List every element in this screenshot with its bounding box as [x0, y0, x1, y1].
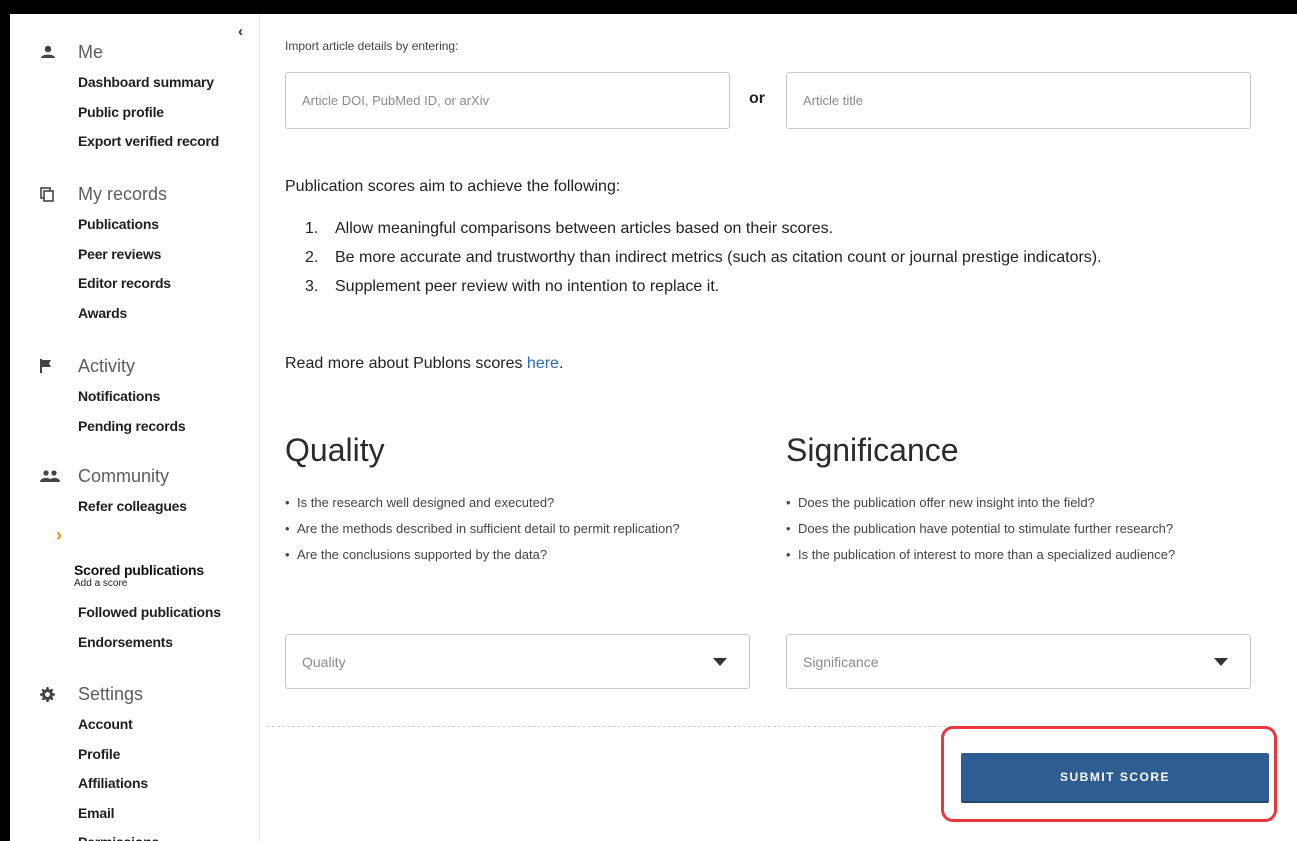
list-item: 2. Be more accurate and trustworthy than … — [305, 243, 1185, 272]
flag-icon — [10, 359, 78, 373]
sidebar-item-publications[interactable]: Publications — [78, 210, 260, 240]
import-label: Import article details by entering: — [285, 39, 459, 53]
people-icon — [10, 470, 78, 482]
sidebar-item-peer-reviews[interactable]: Peer reviews — [78, 240, 260, 270]
sidebar-section-label: Settings — [78, 683, 144, 704]
quality-select-value: Quality — [302, 653, 346, 670]
window-frame-top — [0, 0, 1297, 14]
main-content: Import article details by entering: Arti… — [261, 14, 1297, 841]
sidebar-item-label: Scored publications — [74, 562, 204, 578]
sidebar-item-sublabel: Add a score — [74, 578, 128, 589]
list-number: 2. — [305, 249, 319, 266]
chevron-down-icon — [713, 657, 727, 666]
window-frame-left — [0, 0, 10, 841]
sidebar-item-awards[interactable]: Awards — [78, 299, 260, 329]
sidebar-item-endorsements[interactable]: Endorsements — [78, 628, 260, 658]
list-item: Does the publication offer new insight i… — [786, 490, 1226, 516]
sidebar-item-pending-records[interactable]: Pending records — [78, 412, 260, 442]
sidebar-item-dashboard-summary[interactable]: Dashboard summary — [78, 68, 260, 98]
chevron-down-icon — [1214, 657, 1228, 666]
scores-intro-text: Publication scores aim to achieve the fo… — [285, 178, 621, 195]
sidebar-item-profile[interactable]: Profile — [78, 740, 260, 770]
sidebar-item-export-verified-record[interactable]: Export verified record — [78, 127, 260, 157]
sidebar-section-community: Community Refer colleagues — [10, 464, 260, 522]
scores-aims-list: 1. Allow meaningful comparisons between a… — [305, 214, 1185, 301]
sidebar-item-email[interactable]: Email — [78, 799, 260, 829]
sidebar-item-editor-records[interactable]: Editor records — [78, 269, 260, 299]
quality-questions-list: Is the research well designed and execut… — [285, 490, 725, 568]
article-doi-input[interactable]: Article DOI, PubMed ID, or arXiv — [285, 72, 730, 129]
sidebar-section-label: My records — [78, 183, 168, 204]
or-label: or — [749, 90, 765, 107]
sidebar-item-public-profile[interactable]: Public profile — [78, 98, 260, 128]
read-more-suffix: . — [558, 355, 564, 372]
list-text: Allow meaningful comparisons between art… — [335, 220, 834, 237]
list-number: 3. — [305, 278, 319, 295]
sidebar-section-me: Me Dashboard summary Public profile Expo… — [10, 40, 260, 157]
significance-select-value: Significance — [803, 653, 879, 670]
read-more-prefix: Read more about Publons scores — [285, 355, 527, 372]
sidebar-section-label: Me — [78, 41, 104, 62]
sidebar-item-permissions[interactable]: Permissions — [78, 828, 260, 841]
significance-questions-list: Does the publication offer new insight i… — [786, 490, 1226, 568]
significance-select[interactable]: Significance — [786, 634, 1251, 689]
collapse-sidebar-button[interactable]: ‹ — [238, 24, 252, 40]
sidebar-item-followed-publications[interactable]: Followed publications — [78, 598, 260, 628]
read-more-link[interactable]: here — [527, 355, 559, 372]
list-item: Is the publication of interest to more t… — [786, 542, 1226, 568]
sidebar-item-refer-colleagues[interactable]: Refer colleagues — [78, 492, 260, 522]
copy-icon — [10, 186, 78, 202]
list-item: Are the conclusions supported by the dat… — [285, 542, 725, 568]
quality-heading: Quality — [285, 432, 385, 468]
sidebar: ‹ Me Dashboard summary Public profile Ex… — [10, 14, 260, 841]
read-more-text: Read more about Publons scores here. — [285, 355, 563, 373]
sidebar-section-label: Activity — [78, 355, 136, 376]
significance-heading: Significance — [786, 432, 959, 468]
gear-icon — [10, 686, 78, 702]
sidebar-section-my-records: My records Publications Peer reviews Edi… — [10, 182, 260, 328]
quality-select[interactable]: Quality — [285, 634, 750, 689]
sidebar-section-label: Community — [78, 465, 170, 486]
sidebar-item-account[interactable]: Account — [78, 710, 260, 740]
list-number: 1. — [305, 220, 319, 237]
list-item: 1. Allow meaningful comparisons between a… — [305, 214, 1185, 243]
active-indicator-arrow-icon: › — [56, 525, 62, 545]
list-item: Is the research well designed and execut… — [285, 490, 725, 516]
sidebar-item-scored-publications[interactable]: Scored publications Add a score — [74, 562, 204, 589]
list-item: 3. Supplement peer review with no intenti… — [305, 272, 1185, 301]
list-text: Supplement peer review with no intention… — [335, 278, 720, 295]
sidebar-item-affiliations[interactable]: Affiliations — [78, 769, 260, 799]
article-title-input[interactable]: Article title — [786, 72, 1251, 129]
list-item: Does the publication have potential to s… — [786, 516, 1226, 542]
sidebar-item-notifications[interactable]: Notifications — [78, 382, 260, 412]
sidebar-section-activity: Activity Notifications Pending records — [10, 354, 260, 441]
person-icon — [10, 45, 78, 59]
list-item: Are the methods described in sufficient … — [285, 516, 725, 542]
sidebar-section-publications-extra: Followed publications Endorsements — [10, 598, 260, 657]
list-text: Be more accurate and trustworthy than in… — [335, 249, 1102, 266]
submit-score-button[interactable]: SUBMIT SCORE — [961, 753, 1269, 801]
sidebar-section-settings: Settings Account Profile Affiliations Em… — [10, 682, 260, 841]
